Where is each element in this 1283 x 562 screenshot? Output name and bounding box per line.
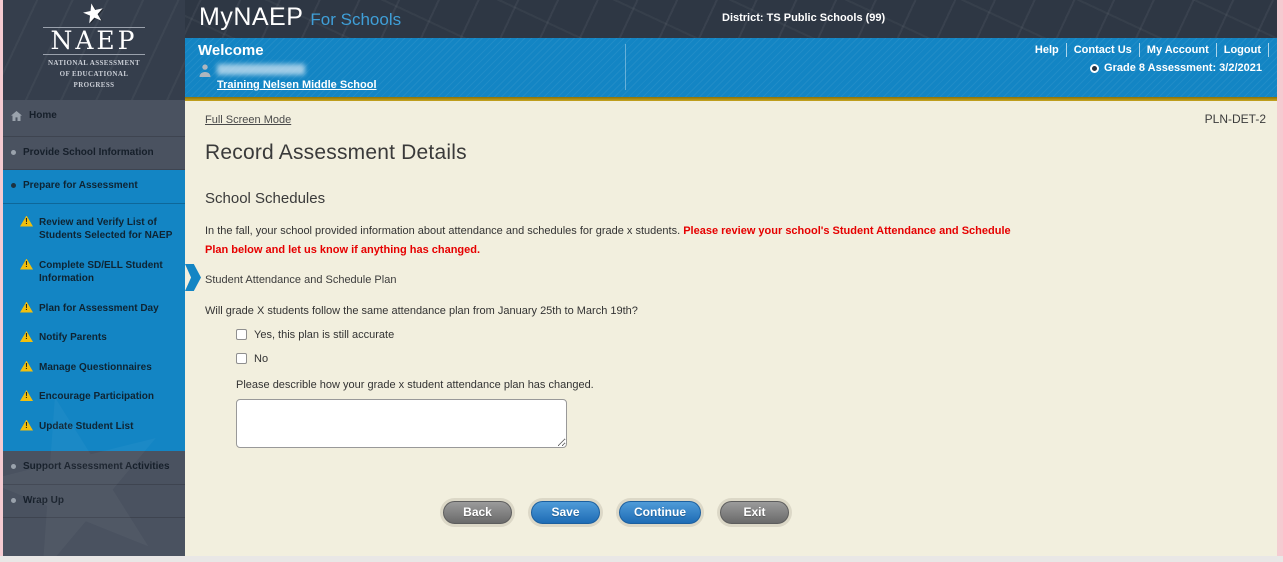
warning-icon: !	[20, 419, 33, 431]
button-row: Back Save Continue Exit	[443, 500, 1257, 524]
bullet-icon	[11, 149, 16, 155]
welcome-title: Welcome	[198, 42, 264, 59]
warning-mark: !	[25, 391, 28, 400]
page-background: MyNAEP For Schools District: TS Public Sc…	[0, 0, 1283, 562]
attendance-plan-link[interactable]: Student Attendance and Schedule Plan	[205, 274, 396, 286]
assessment-info: Grade 8 Assessment: 3/2/2021	[1090, 62, 1262, 74]
page-title: Record Assessment Details	[205, 141, 467, 164]
section-title: School Schedules	[205, 190, 326, 207]
sidebar-item-home[interactable]: Home	[3, 100, 185, 137]
assessment-status-icon	[1090, 63, 1100, 73]
sidebar-subitem-label: Review and Verify List of Students Selec…	[39, 216, 173, 242]
sidebar-item-provide-school-information[interactable]: Provide School Information	[3, 137, 185, 170]
sidebar-subitem-review-verify-students[interactable]: ! Review and Verify List of Students Sel…	[3, 208, 185, 251]
sidebar-subitem-label: Encourage Participation	[39, 391, 155, 402]
warning-mark: !	[25, 216, 28, 226]
option-no-row[interactable]: No	[236, 353, 1257, 365]
sidebar-item-label: Home	[29, 110, 57, 121]
org-line-2: OF EDUCATIONAL	[59, 69, 129, 78]
my-account-link[interactable]: My Account	[1140, 43, 1217, 57]
district-label: District: TS Public Schools (99)	[722, 12, 886, 24]
sidebar-subitem-label: Plan for Assessment Day	[39, 302, 159, 314]
page-code: PLN-DET-2	[1204, 112, 1266, 126]
top-header: MyNAEP For Schools District: TS Public Sc…	[3, 0, 1277, 38]
intro-paragraph: In the fall, your school provided inform…	[205, 222, 1020, 261]
sidebar-item-wrap-up[interactable]: Wrap Up	[3, 485, 185, 518]
warning-mark: !	[25, 302, 28, 312]
redacted-user-name	[217, 64, 305, 75]
warning-icon: !	[20, 301, 33, 313]
no-checkbox[interactable]	[236, 353, 247, 364]
sidebar-subitem-label: Manage Questionnaires	[39, 361, 152, 373]
attendance-change-textarea[interactable]	[236, 398, 567, 448]
user-icon	[199, 64, 211, 82]
contact-us-link[interactable]: Contact Us	[1067, 43, 1140, 57]
mynaep-app-window: MyNAEP For Schools District: TS Public Sc…	[3, 0, 1277, 556]
welcome-bar: Welcome Training Nelsen Middle School He…	[185, 38, 1277, 97]
option-no-label: No	[254, 352, 269, 365]
describe-change-label: Please describle how your grade x studen…	[236, 378, 594, 391]
help-link[interactable]: Help	[1028, 43, 1067, 57]
naep-logo: ★ NAEP NATIONAL ASSESSMENT OF EDUCATIONA…	[3, 0, 185, 100]
warning-icon: !	[20, 390, 33, 401]
sidebar-subitem-label: Update Student List	[39, 420, 134, 432]
brand-subtitle: For Schools	[310, 10, 402, 29]
logout-link[interactable]: Logout	[1217, 43, 1269, 57]
prepare-sub-list: ! Review and Verify List of Students Sel…	[3, 204, 185, 452]
main-content: Full Screen Mode PLN-DET-2 Record Assess…	[185, 101, 1277, 556]
warning-mark: !	[25, 332, 28, 341]
sidebar-item-support-assessment-activities[interactable]: Support Assessment Activities	[3, 451, 185, 485]
warning-mark: !	[25, 361, 28, 371]
bullet-icon	[11, 183, 16, 188]
full-screen-mode-link[interactable]: Full Screen Mode	[205, 114, 291, 126]
sidebar-subitem-update-student-list[interactable]: ! Update Student List	[3, 412, 185, 442]
warning-mark: !	[25, 420, 28, 430]
bottom-strip	[0, 556, 1283, 562]
option-yes-label: Yes, this plan is still accurate	[254, 328, 395, 341]
sidebar-subitem-manage-questionnaires[interactable]: ! Manage Questionnaires	[3, 353, 185, 383]
home-icon	[11, 111, 22, 126]
naep-logo-acronym: NAEP	[43, 27, 145, 55]
sidebar-item-label: Support Assessment Activities	[23, 461, 170, 472]
exit-button[interactable]: Exit	[720, 500, 789, 524]
sidebar-subitem-complete-sdell-info[interactable]: ! Complete SD/ELL Student Information	[3, 251, 185, 294]
sidebar-subitem-plan-for-assessment-day[interactable]: ! Plan for Assessment Day	[3, 294, 185, 324]
warning-icon: !	[20, 215, 33, 227]
welcome-divider	[625, 44, 626, 90]
assessment-info-label: Grade 8 Assessment: 3/2/2021	[1104, 62, 1262, 74]
yes-checkbox[interactable]	[236, 329, 247, 340]
continue-button[interactable]: Continue	[619, 500, 701, 524]
sidebar-item-label: Wrap Up	[23, 494, 64, 506]
utility-nav: Help Contact Us My Account Logout	[1028, 43, 1269, 57]
bullet-icon	[11, 497, 16, 503]
sidebar-subitem-encourage-participation[interactable]: ! Encourage Participation	[3, 382, 185, 412]
sidebar-subitem-label: Complete SD/ELL Student Information	[39, 259, 163, 285]
warning-icon: !	[20, 360, 33, 372]
intro-text: In the fall, your school provided inform…	[205, 225, 681, 237]
sidebar-item-label: Provide School Information	[23, 146, 154, 158]
sidebar-subitem-label: Notify Parents	[39, 332, 107, 343]
warning-mark: !	[25, 259, 28, 269]
school-name-link[interactable]: Training Nelsen Middle School	[217, 79, 377, 91]
save-button[interactable]: Save	[531, 500, 600, 524]
sidebar-item-prepare-for-assessment[interactable]: Prepare for Assessment	[3, 170, 185, 204]
sidebar-nav: Home Provide School Information Prepare …	[3, 100, 185, 556]
prepare-for-assessment-section: Prepare for Assessment ! Review and Veri…	[3, 170, 185, 451]
warning-icon: !	[20, 331, 33, 342]
brand: MyNAEP For Schools	[199, 3, 401, 32]
warning-icon: !	[20, 258, 33, 270]
brand-title: MyNAEP	[199, 3, 304, 31]
bullet-icon	[11, 464, 16, 469]
option-yes-row[interactable]: Yes, this plan is still accurate	[236, 329, 1257, 341]
org-line-3: PROGRESS	[73, 80, 115, 89]
org-line-1: NATIONAL ASSESSMENT	[47, 59, 141, 67]
attendance-question: Will grade X students follow the same at…	[205, 304, 638, 317]
back-button[interactable]: Back	[443, 500, 512, 524]
naep-logo-org-name: NATIONAL ASSESSMENT OF EDUCATIONAL PROGR…	[3, 58, 185, 91]
naep-star-icon: ★	[79, 0, 109, 32]
sidebar-subitem-notify-parents[interactable]: ! Notify Parents	[3, 323, 185, 353]
sidebar-item-label: Prepare for Assessment	[23, 180, 138, 191]
